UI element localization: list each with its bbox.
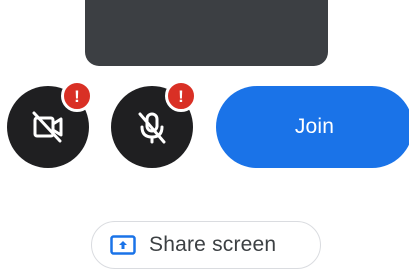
mic-off-icon: [130, 105, 174, 149]
present-to-all-icon: [109, 234, 137, 256]
video-preview: [85, 0, 328, 66]
video-off-icon: [26, 105, 70, 149]
share-screen-button[interactable]: Share screen: [91, 221, 321, 269]
camera-toggle-button[interactable]: !: [7, 80, 93, 168]
join-button[interactable]: Join: [216, 86, 409, 168]
microphone-alert-badge: !: [165, 80, 197, 112]
meeting-join-screen: ! ! Join Share screen: [0, 0, 409, 270]
camera-alert-badge: !: [61, 80, 93, 112]
microphone-toggle-button[interactable]: !: [111, 80, 197, 168]
share-screen-label: Share screen: [149, 233, 277, 256]
